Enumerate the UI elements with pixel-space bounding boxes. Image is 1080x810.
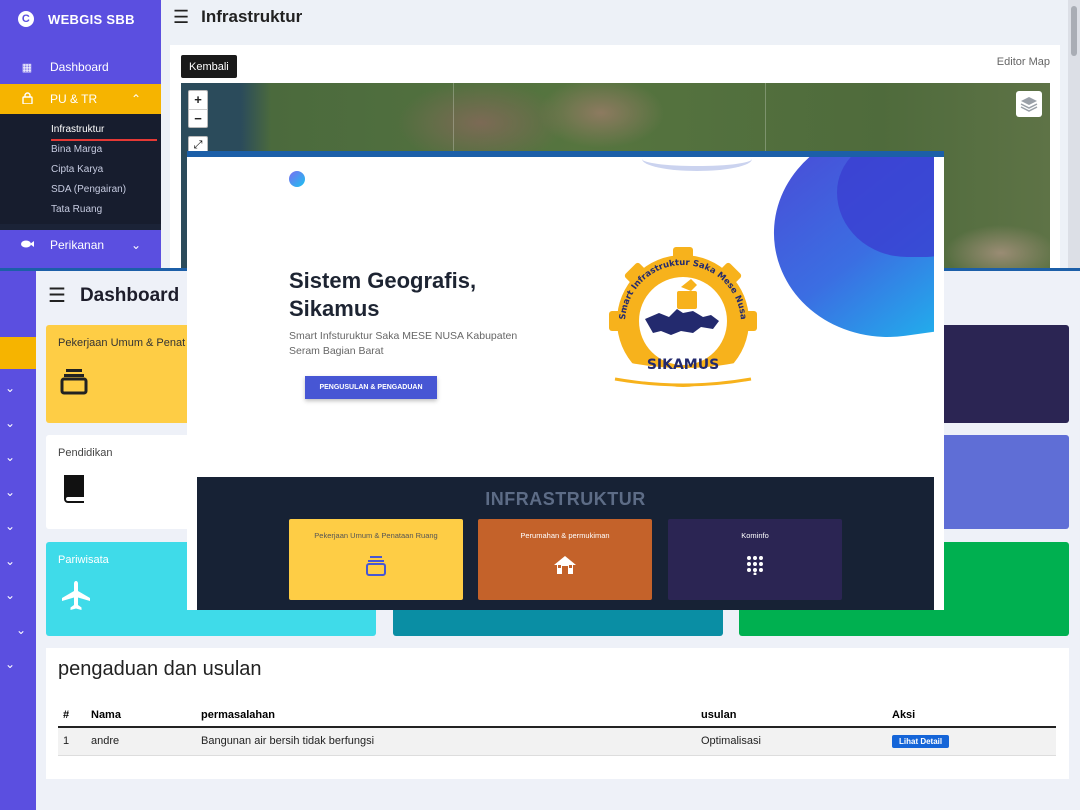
chevron-down-icon[interactable]: ⌄ bbox=[3, 381, 17, 395]
hamburger-icon[interactable]: ☰ bbox=[48, 283, 66, 308]
grid-icon: ▦ bbox=[21, 61, 33, 74]
infra-card-label: Pekerjaan Umum & Penataan Ruang bbox=[314, 531, 438, 540]
lihat-detail-button[interactable]: Lihat Detail bbox=[892, 734, 950, 748]
card-pekerjaan-umum[interactable]: Pekerjaan Umum & Penat bbox=[46, 325, 196, 423]
chevron-down-icon[interactable]: ⌄ bbox=[3, 657, 17, 671]
cell-usulan: Optimalisasi bbox=[696, 727, 887, 756]
sidebar: C WEBGIS SBB ▦ Dashboard PU & TR ⌃ Infra… bbox=[0, 0, 161, 272]
chevron-down-icon[interactable]: ⌄ bbox=[3, 450, 17, 464]
card-label: Pendidikan bbox=[58, 447, 113, 459]
editor-map-link[interactable]: Editor Map bbox=[997, 56, 1050, 68]
cell-permasalahan: Bangunan air bersih tidak berfungsi bbox=[196, 727, 696, 756]
pengaduan-table: # Nama permasalahan usulan Aksi 1 andre … bbox=[58, 703, 1056, 756]
card-label: Pekerjaan Umum & Penat bbox=[58, 337, 186, 349]
dashboard-sidebar: ⌄ ⌄ ⌄ ⌄ ⌄ ⌄ ⌄ ⌄ ⌄ bbox=[0, 271, 36, 810]
sikamus-logo: Smart Infrastruktur Saka Mese Nusa SIKAM… bbox=[593, 241, 773, 391]
hero-title-line1: Sistem Geografis, bbox=[289, 268, 477, 293]
col-usulan: usulan bbox=[696, 703, 887, 728]
airplane-icon bbox=[60, 580, 92, 615]
layers-stack-icon bbox=[289, 555, 463, 577]
cell-no: 1 bbox=[58, 727, 86, 756]
landing-window: Sistem Geografis, Sikamus Smart Infsturu… bbox=[187, 151, 944, 610]
submenu-item-tata-ruang[interactable]: Tata Ruang bbox=[51, 200, 161, 220]
sidebar-item-label: Perikanan bbox=[50, 238, 105, 252]
zoom-control: + − bbox=[188, 90, 208, 128]
infra-card-label: Kominfo bbox=[741, 531, 769, 540]
dashboard-header: ☰ Dashboard bbox=[48, 283, 179, 308]
zoom-out-button[interactable]: − bbox=[189, 109, 207, 127]
page-title: Infrastruktur bbox=[201, 7, 303, 26]
fish-icon bbox=[20, 239, 34, 252]
submenu-item-infrastruktur[interactable]: Infrastruktur bbox=[51, 120, 161, 141]
hamburger-icon[interactable]: ☰ bbox=[173, 7, 189, 28]
logo-name: SIKAMUS bbox=[647, 357, 719, 373]
submenu-item-bina-marga[interactable]: Bina Marga bbox=[51, 140, 161, 160]
dots-grid-icon bbox=[668, 555, 842, 575]
chevron-down-icon[interactable]: ⌄ bbox=[3, 519, 17, 533]
layers-icon[interactable] bbox=[1016, 91, 1042, 117]
table-row: 1 andre Bangunan air bersih tidak berfun… bbox=[58, 727, 1056, 756]
cell-nama: andre bbox=[86, 727, 196, 756]
house-icon bbox=[478, 555, 652, 575]
brand-name: WEBGIS SBB bbox=[48, 11, 135, 27]
card-navy[interactable] bbox=[940, 325, 1069, 423]
submenu-item-sda[interactable]: SDA (Pengairan) bbox=[51, 180, 161, 200]
chevron-down-icon[interactable]: ⌄ bbox=[3, 588, 17, 602]
chevron-down-icon[interactable]: ⌄ bbox=[3, 485, 17, 499]
col-aksi: Aksi bbox=[887, 703, 1056, 728]
card-pendidikan[interactable]: Pendidikan bbox=[46, 435, 196, 529]
layers-stack-icon bbox=[60, 367, 88, 400]
hero-section: Sistem Geografis, Sikamus Smart Infsturu… bbox=[197, 157, 934, 477]
pengaduan-table-card: pengaduan dan usulan # Nama permasalahan… bbox=[46, 648, 1069, 779]
infra-card-pu[interactable]: Pekerjaan Umum & Penataan Ruang bbox=[289, 519, 463, 600]
col-permasalahan: permasalahan bbox=[196, 703, 696, 728]
col-no: # bbox=[58, 703, 86, 728]
submenu: Infrastruktur Bina Marga Cipta Karya SDA… bbox=[0, 114, 161, 224]
sidebar-item-dashboard[interactable]: ▦ Dashboard bbox=[0, 52, 161, 82]
decorative-swoosh bbox=[642, 157, 752, 171]
section-title: INFRASTRUKTUR bbox=[485, 489, 646, 509]
sidebar-brand[interactable]: C WEBGIS SBB bbox=[0, 0, 161, 38]
hero-title: Sistem Geografis, Sikamus bbox=[289, 267, 476, 323]
chevron-down-icon[interactable]: ⌄ bbox=[3, 416, 17, 430]
kembali-button[interactable]: Kembali bbox=[181, 55, 237, 78]
chevron-down-icon[interactable]: ⌄ bbox=[14, 623, 28, 637]
card-periwinkle[interactable] bbox=[940, 435, 1069, 529]
scrollbar[interactable] bbox=[1068, 0, 1080, 272]
infra-card-label: Perumahan & permukiman bbox=[520, 531, 610, 540]
chevron-down-icon: ⌄ bbox=[130, 238, 141, 252]
table-title: pengaduan dan usulan bbox=[58, 658, 262, 680]
sidebar-item-pu-tr[interactable]: PU & TR ⌃ bbox=[0, 84, 161, 114]
col-nama: Nama bbox=[86, 703, 196, 728]
submenu-item-cipta-karya[interactable]: Cipta Karya bbox=[51, 160, 161, 180]
sidebar-item-label: Dashboard bbox=[50, 60, 109, 74]
cell-aksi: Lihat Detail bbox=[887, 727, 1056, 756]
infra-card-perumahan[interactable]: Perumahan & permukiman bbox=[478, 519, 652, 600]
chevron-down-icon[interactable]: ⌄ bbox=[3, 554, 17, 568]
book-icon bbox=[60, 473, 88, 508]
zoom-in-button[interactable]: + bbox=[189, 91, 207, 109]
page-title: Dashboard bbox=[79, 284, 180, 306]
c-logo-icon: C bbox=[18, 11, 34, 27]
topbar: ☰ Infrastruktur bbox=[161, 0, 1068, 34]
hero-title-line2: Sikamus bbox=[289, 296, 380, 321]
sidebar-item-label: PU & TR bbox=[50, 92, 98, 106]
site-logo-orb[interactable] bbox=[289, 171, 305, 187]
sidebar-active-item[interactable] bbox=[0, 337, 36, 369]
table-header-row: # Nama permasalahan usulan Aksi bbox=[58, 703, 1056, 728]
chevron-up-icon: ⌃ bbox=[130, 92, 141, 106]
lock-icon bbox=[20, 91, 34, 107]
infrastruktur-section: INFRASTRUKTUR Pekerjaan Umum & Penataan … bbox=[197, 477, 934, 610]
sidebar-item-perikanan[interactable]: Perikanan ⌄ bbox=[0, 230, 161, 260]
infra-card-kominfo[interactable]: Kominfo bbox=[668, 519, 842, 600]
hero-subtitle: Smart Infsturuktur Saka MESE NUSA Kabupa… bbox=[289, 330, 518, 357]
card-label: Pariwisata bbox=[58, 554, 109, 566]
pengusulan-pengaduan-button[interactable]: PENGUSULAN & PENGADUAN bbox=[305, 376, 437, 399]
